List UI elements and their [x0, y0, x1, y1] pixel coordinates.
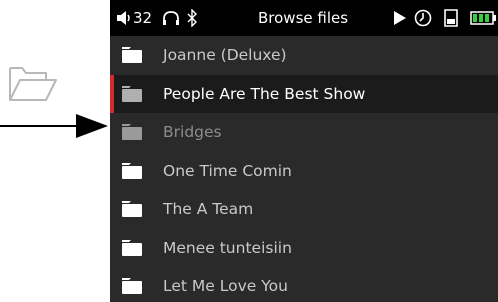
folder-label: Let Me Love You — [163, 277, 288, 295]
file-list: Joanne (Deluxe) People Are The Best Show B… — [110, 36, 498, 302]
selection-indicator — [110, 74, 114, 113]
folder-icon — [122, 239, 142, 256]
folder-label: Bridges — [163, 123, 222, 141]
sd-card-icon — [444, 9, 458, 27]
speaker-icon — [117, 11, 130, 25]
folder-icon — [122, 47, 142, 63]
folder-row[interactable]: The A Team — [110, 190, 498, 228]
folder-icon — [122, 85, 142, 102]
folder-icon — [122, 278, 142, 294]
folder-label: The A Team — [163, 200, 254, 218]
folder-icon — [122, 124, 142, 140]
folder-icon — [122, 162, 142, 179]
status-bar: 32 Browse files — [110, 0, 498, 36]
open-folder-icon — [9, 67, 57, 101]
status-title: Browse files — [258, 9, 349, 27]
folder-label: People Are The Best Show — [163, 84, 366, 103]
clock-icon — [414, 9, 432, 27]
play-icon — [394, 11, 406, 25]
battery-icon — [470, 11, 496, 25]
folder-label: One Time Comin — [163, 161, 292, 180]
bluetooth-icon — [187, 9, 197, 27]
folder-row[interactable]: People Are The Best Show — [110, 74, 498, 113]
folder-row[interactable]: Bridges — [110, 113, 498, 151]
headphones-icon — [163, 11, 179, 25]
folder-label: Joanne (Deluxe) — [163, 46, 287, 64]
device-screen: 32 Browse files Joanne (Deluxe)People A — [110, 0, 498, 302]
folder-row[interactable]: Let Me Love You — [110, 267, 498, 302]
volume-level: 32 — [133, 9, 153, 27]
folder-icon — [122, 201, 142, 217]
folder-row[interactable]: Menee tunteisiin — [110, 229, 498, 267]
pointer-arrow-icon — [0, 114, 108, 138]
folder-row[interactable]: Joanne (Deluxe) — [110, 36, 498, 74]
folder-row[interactable]: One Time Comin — [110, 152, 498, 190]
folder-label: Menee tunteisiin — [163, 238, 292, 257]
